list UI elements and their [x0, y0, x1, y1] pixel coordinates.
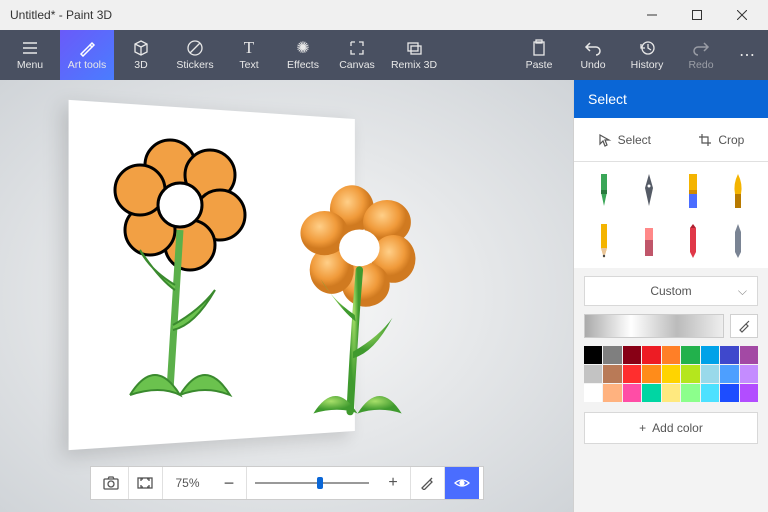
panel-header: Select	[574, 80, 768, 118]
color-swatch[interactable]	[623, 384, 641, 402]
art-tools-tab[interactable]: Art tools	[60, 30, 114, 80]
side-panel: Select Select Crop Custom ⌵	[573, 80, 768, 512]
main-toolbar: Menu Art tools 3D Stickers T Text ✺ Effe…	[0, 30, 768, 80]
color-swatch[interactable]	[681, 384, 699, 402]
pixel-pen-brush[interactable]	[724, 222, 752, 262]
color-swatch[interactable]	[584, 346, 602, 364]
canvas-tab[interactable]: Canvas	[330, 30, 384, 80]
menu-button[interactable]: Menu	[0, 30, 60, 80]
color-swatch[interactable]	[642, 346, 660, 364]
color-swatch[interactable]	[662, 384, 680, 402]
zoom-out-button[interactable]: −	[213, 467, 247, 499]
add-color-button[interactable]: + Add color	[584, 412, 758, 444]
zoom-level[interactable]: 75%	[163, 476, 213, 490]
3d-tab[interactable]: 3D	[114, 30, 168, 80]
color-swatch[interactable]	[701, 346, 719, 364]
edit-mode-icon[interactable]	[411, 467, 445, 499]
oil-brush[interactable]	[679, 172, 707, 212]
chevron-down-icon: ⌵	[738, 284, 747, 299]
more-button[interactable]: ⋯	[728, 30, 768, 80]
window-title: Untitled* - Paint 3D	[10, 8, 629, 22]
flower-2d-artwork	[100, 130, 300, 430]
calligraphy-pen-brush[interactable]	[635, 172, 663, 212]
material-preview[interactable]	[584, 314, 724, 338]
view-mode-icon[interactable]	[445, 467, 479, 499]
eraser-brush[interactable]	[635, 222, 663, 262]
crayon-brush[interactable]	[679, 222, 707, 262]
color-swatch[interactable]	[740, 384, 758, 402]
color-swatch[interactable]	[623, 346, 641, 364]
effects-tab[interactable]: ✺ Effects	[276, 30, 330, 80]
text-icon: T	[240, 39, 258, 57]
color-swatch[interactable]	[681, 346, 699, 364]
maximize-button[interactable]	[674, 0, 719, 30]
flower-3d-model	[288, 182, 463, 449]
pencil-brush[interactable]	[590, 222, 618, 262]
color-swatch[interactable]	[681, 365, 699, 383]
color-swatch[interactable]	[701, 365, 719, 383]
color-swatch[interactable]	[740, 346, 758, 364]
crop-tool-tab[interactable]: Crop	[698, 133, 744, 147]
remix-3d-tab[interactable]: Remix 3D	[384, 30, 444, 80]
close-button[interactable]	[719, 0, 764, 30]
color-swatch[interactable]	[603, 384, 621, 402]
color-swatch[interactable]	[720, 384, 738, 402]
color-swatch[interactable]	[603, 346, 621, 364]
brush-picker	[574, 162, 768, 268]
select-tool-tab[interactable]: Select	[598, 133, 651, 147]
undo-button[interactable]: Undo	[566, 30, 620, 80]
redo-button[interactable]: Redo	[674, 30, 728, 80]
color-swatch[interactable]	[623, 365, 641, 383]
effects-icon: ✺	[294, 39, 312, 57]
color-swatch[interactable]	[701, 384, 719, 402]
text-tab[interactable]: T Text	[222, 30, 276, 80]
color-swatch[interactable]	[603, 365, 621, 383]
color-palette	[584, 346, 758, 402]
history-button[interactable]: History	[620, 30, 674, 80]
watercolor-brush[interactable]	[724, 172, 752, 212]
color-swatch[interactable]	[720, 365, 738, 383]
plus-icon: +	[639, 421, 646, 435]
fit-screen-icon[interactable]	[129, 467, 163, 499]
color-swatch[interactable]	[584, 365, 602, 383]
eyedropper-button[interactable]	[730, 314, 758, 338]
zoom-slider[interactable]	[247, 482, 377, 484]
color-swatch[interactable]	[662, 365, 680, 383]
zoom-in-button[interactable]: +	[377, 467, 411, 499]
color-swatch[interactable]	[584, 384, 602, 402]
color-swatch[interactable]	[740, 365, 758, 383]
canvas-viewport[interactable]: 75% − +	[0, 80, 573, 512]
color-swatch[interactable]	[720, 346, 738, 364]
camera-icon[interactable]	[95, 467, 129, 499]
color-swatch[interactable]	[642, 384, 660, 402]
view-controls: 75% − +	[90, 466, 484, 500]
marker-brush[interactable]	[590, 172, 618, 212]
paste-button[interactable]: Paste	[512, 30, 566, 80]
minimize-button[interactable]	[629, 0, 674, 30]
color-swatch[interactable]	[642, 365, 660, 383]
thickness-dropdown[interactable]: Custom ⌵	[584, 276, 758, 306]
stickers-tab[interactable]: Stickers	[168, 30, 222, 80]
color-swatch[interactable]	[662, 346, 680, 364]
